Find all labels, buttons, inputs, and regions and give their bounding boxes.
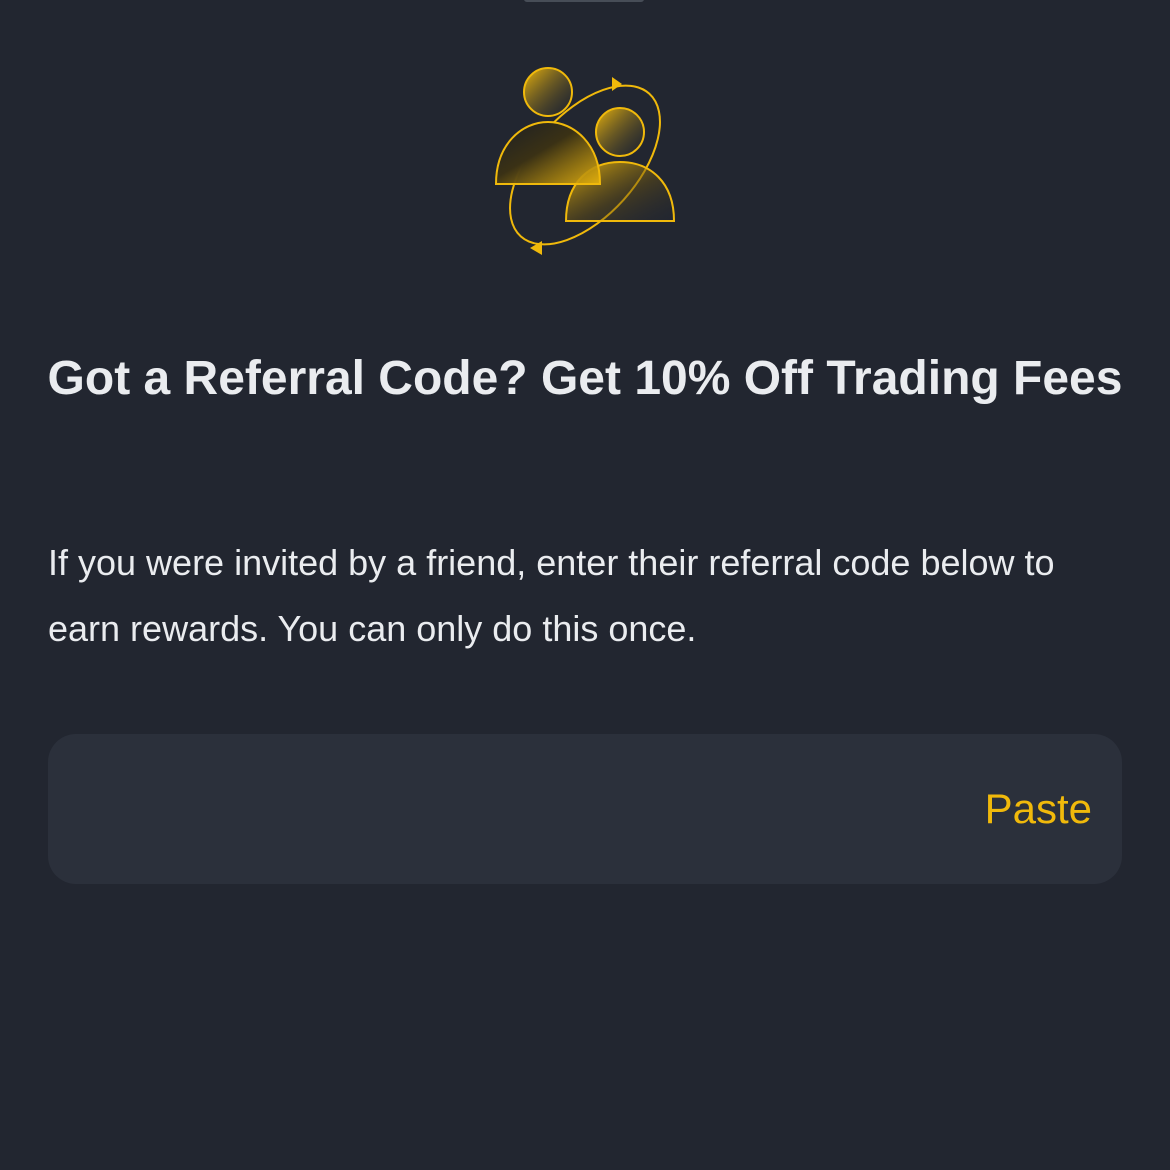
referral-code-field[interactable]: Paste [48,734,1122,884]
referral-code-input[interactable] [84,734,944,884]
referral-description: If you were invited by a friend, enter t… [48,542,1055,649]
referral-people-orbit-icon [490,62,680,262]
sheet-drag-handle[interactable] [524,0,644,2]
paste-button[interactable]: Paste [985,734,1092,884]
page-title: Got a Referral Code? Get 10% Off Trading… [47,352,1123,405]
